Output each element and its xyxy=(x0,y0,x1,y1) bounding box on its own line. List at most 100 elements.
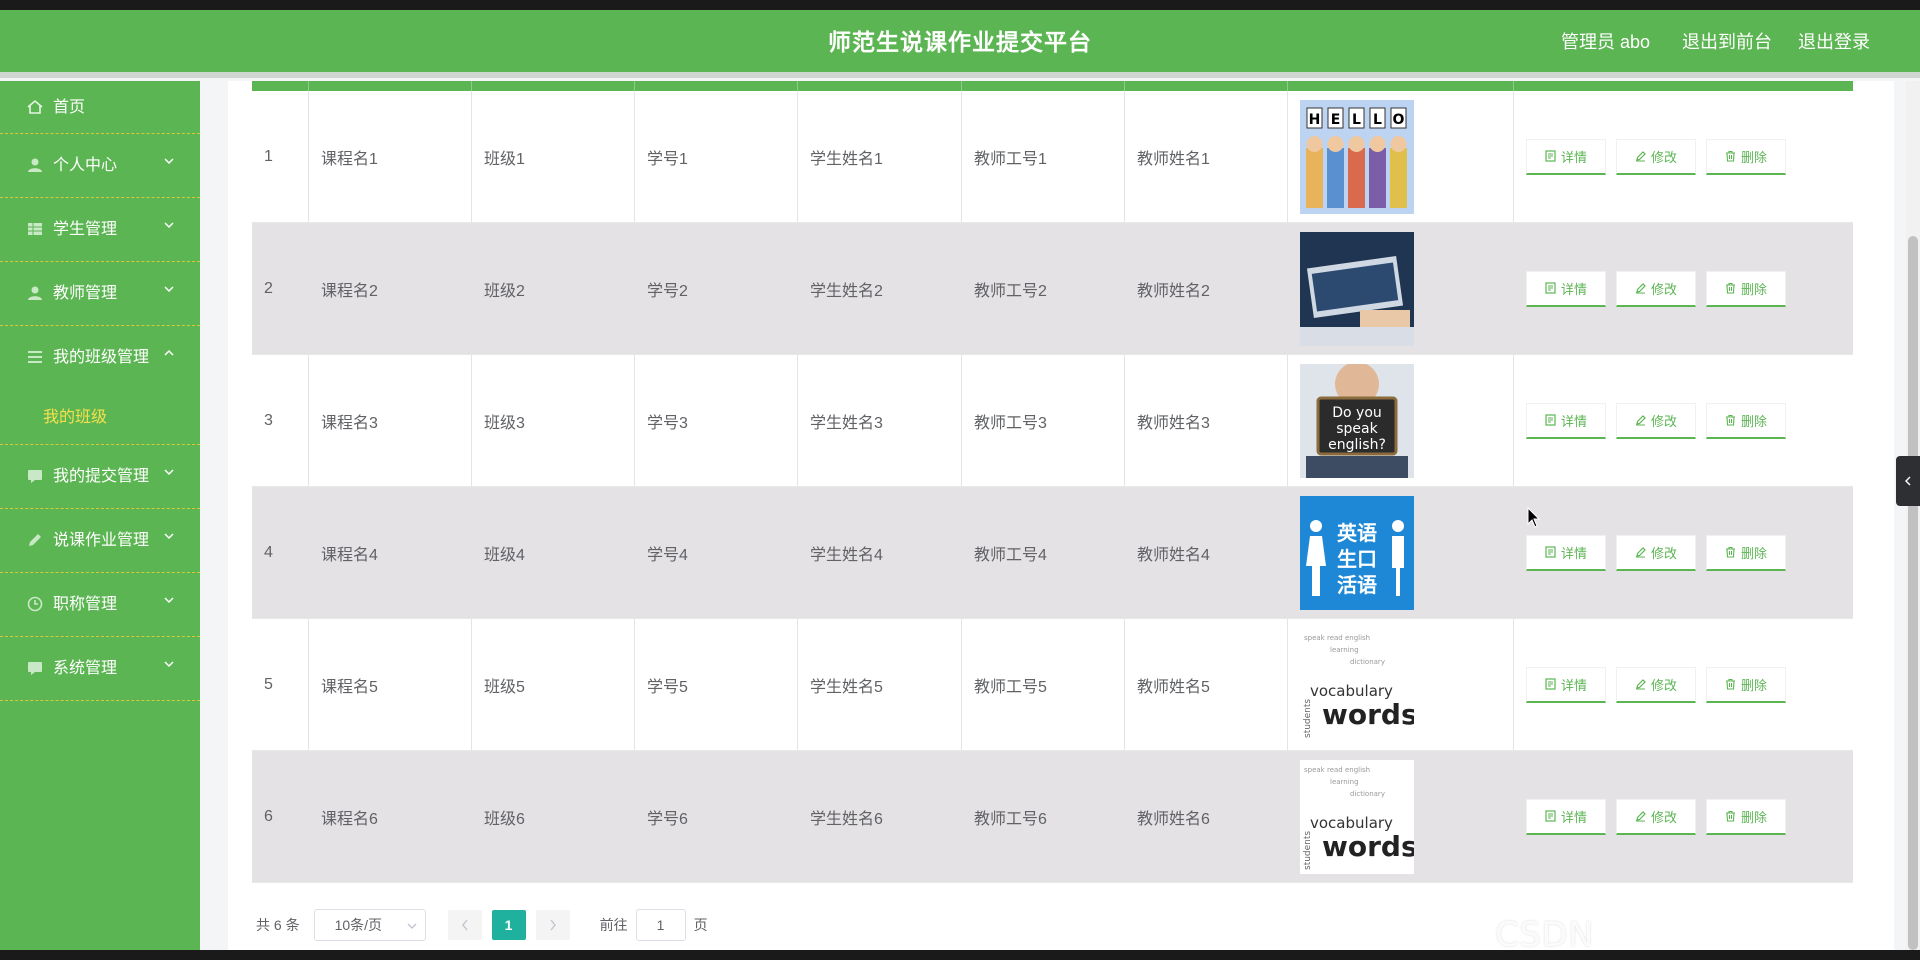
delete-label: 删除 xyxy=(1740,413,1767,429)
teacher-name: 教师姓名4 xyxy=(1125,487,1288,618)
edit-label: 修改 xyxy=(1650,281,1677,297)
clock-icon xyxy=(26,595,44,613)
sidebar-item-titles[interactable]: 职称管理 xyxy=(0,573,200,637)
chevron-down-icon xyxy=(407,923,417,929)
sidebar-item-my-submissions[interactable]: 我的提交管理 xyxy=(0,445,200,509)
collapse-panel-button[interactable] xyxy=(1896,456,1920,506)
goto-page-input[interactable]: 1 xyxy=(635,909,686,941)
class-name: 班级6 xyxy=(472,751,635,882)
student-name: 学生姓名1 xyxy=(798,91,962,222)
row-thumbnail[interactable]: speak read english learning dictionary voca… xyxy=(1300,627,1414,742)
actions-cell: 详情 修改 删除 xyxy=(1514,751,1853,882)
edit-button[interactable]: 修改 xyxy=(1616,402,1696,439)
sidebar-subitem-my-class[interactable]: 我的班级 xyxy=(0,390,200,445)
student-number: 学号4 xyxy=(635,487,798,618)
svg-text:L: L xyxy=(1352,112,1361,128)
row-thumbnail[interactable] xyxy=(1300,231,1414,346)
svg-text:E: E xyxy=(1331,112,1341,128)
sidebar-item-label: 首页 xyxy=(53,99,86,116)
trash-icon xyxy=(1725,414,1735,426)
delete-label: 删除 xyxy=(1740,281,1767,297)
chevron-right-icon xyxy=(550,919,556,931)
edit-button[interactable]: 修改 xyxy=(1616,666,1696,703)
sidebar-item-my-class[interactable]: 我的班级管理 xyxy=(0,326,200,390)
detail-button[interactable]: 详情 xyxy=(1526,138,1606,175)
sidebar-item-system[interactable]: 系统管理 xyxy=(0,637,200,701)
edit-icon xyxy=(1635,283,1646,294)
detail-button[interactable]: 详情 xyxy=(1526,402,1606,439)
detail-button[interactable]: 详情 xyxy=(1526,666,1606,703)
pagination: 共 6 条 10条/页 1 前往 1 页 xyxy=(256,909,708,941)
edit-icon xyxy=(1635,547,1646,558)
course-name: 课程名2 xyxy=(309,223,472,354)
row-thumbnail[interactable]: 英语 生口 活语 xyxy=(1300,495,1414,610)
delete-button[interactable]: 删除 xyxy=(1706,666,1786,703)
teacher-number: 教师工号6 xyxy=(962,751,1125,882)
delete-button[interactable]: 删除 xyxy=(1706,534,1786,571)
edit-button[interactable]: 修改 xyxy=(1616,798,1696,835)
page-number-current[interactable]: 1 xyxy=(491,910,526,940)
row-index: 5 xyxy=(252,619,309,750)
sidebar-item-students[interactable]: 学生管理 xyxy=(0,198,200,262)
edit-button[interactable]: 修改 xyxy=(1616,534,1696,571)
svg-text:speak read english: speak read english xyxy=(1304,766,1370,774)
detail-button[interactable]: 详情 xyxy=(1526,270,1606,307)
image-cell: speak read english learning dictionary voca… xyxy=(1288,751,1514,882)
teacher-number: 教师工号5 xyxy=(962,619,1125,750)
class-name: 班级3 xyxy=(472,355,635,486)
scrollbar[interactable] xyxy=(1906,81,1920,950)
delete-button[interactable]: 删除 xyxy=(1706,270,1786,307)
detail-button[interactable]: 详情 xyxy=(1526,534,1606,571)
row-thumbnail[interactable]: HELLO xyxy=(1300,99,1414,214)
image-cell: Do you speak english? xyxy=(1288,355,1514,486)
sidebar-item-homework[interactable]: 说课作业管理 xyxy=(0,509,200,573)
teacher-name: 教师姓名1 xyxy=(1125,91,1288,222)
trash-icon xyxy=(1725,678,1735,690)
exit-to-front-link[interactable]: 退出到前台 xyxy=(1682,10,1772,74)
svg-text:students: students xyxy=(1303,698,1313,737)
delete-button[interactable]: 删除 xyxy=(1706,798,1786,835)
table-row: 4 课程名4 班级4 学号4 学生姓名4 教师工号4 教师姓名4 英语 生口 活语 详情 修改 删除 xyxy=(252,487,1853,619)
delete-button[interactable]: 删除 xyxy=(1706,138,1786,175)
scrollbar-thumb[interactable] xyxy=(1908,236,1918,950)
edit-icon xyxy=(26,531,44,549)
sidebar-item-personal[interactable]: 个人中心 xyxy=(0,134,200,198)
sidebar-item-home[interactable]: 首页 xyxy=(0,81,200,134)
admin-label: 管理员 abo xyxy=(1561,32,1651,52)
user-icon xyxy=(26,284,44,302)
edit-button[interactable]: 修改 xyxy=(1616,270,1696,307)
sidebar-item-label: 系统管理 xyxy=(53,660,118,677)
chevron-left-icon xyxy=(461,919,468,931)
svg-text:words: words xyxy=(1322,830,1414,863)
edit-icon xyxy=(1635,415,1646,426)
watermark: CSDN @nodejava666666 xyxy=(1495,915,1594,950)
row-index: 1 xyxy=(252,91,309,222)
teacher-name: 教师姓名6 xyxy=(1125,751,1288,882)
page-unit-label: 页 xyxy=(693,917,708,933)
actions-cell: 详情 修改 删除 xyxy=(1514,487,1853,618)
teacher-name: 教师姓名5 xyxy=(1125,619,1288,750)
logout-link[interactable]: 退出登录 xyxy=(1798,10,1870,74)
detail-label: 详情 xyxy=(1560,149,1587,165)
teacher-number: 教师工号1 xyxy=(962,91,1125,222)
prev-page-button[interactable] xyxy=(447,910,482,940)
delete-button[interactable]: 删除 xyxy=(1706,402,1786,439)
row-thumbnail[interactable]: Do you speak english? xyxy=(1300,363,1414,478)
chevron-down-icon xyxy=(164,597,174,604)
sidebar-item-label: 我的提交管理 xyxy=(53,468,150,485)
row-thumbnail[interactable]: speak read english learning dictionary voca… xyxy=(1300,759,1414,874)
svg-text:words: words xyxy=(1322,698,1414,731)
student-name: 学生姓名5 xyxy=(798,619,962,750)
detail-button[interactable]: 详情 xyxy=(1526,798,1606,835)
edit-button[interactable]: 修改 xyxy=(1616,138,1696,175)
teacher-number: 教师工号3 xyxy=(962,355,1125,486)
svg-text:english?: english? xyxy=(1328,437,1386,453)
student-number: 学号1 xyxy=(635,91,798,222)
sidebar-item-label: 教师管理 xyxy=(53,285,118,302)
sidebar-item-teachers[interactable]: 教师管理 xyxy=(0,262,200,326)
table-row: 3 课程名3 班级3 学号3 学生姓名3 教师工号3 教师姓名3 Do you speak eng… xyxy=(252,355,1853,487)
trash-icon xyxy=(1725,810,1735,822)
next-page-button[interactable] xyxy=(535,910,570,940)
page-size-select[interactable]: 10条/页 xyxy=(313,909,426,941)
teacher-name: 教师姓名3 xyxy=(1125,355,1288,486)
